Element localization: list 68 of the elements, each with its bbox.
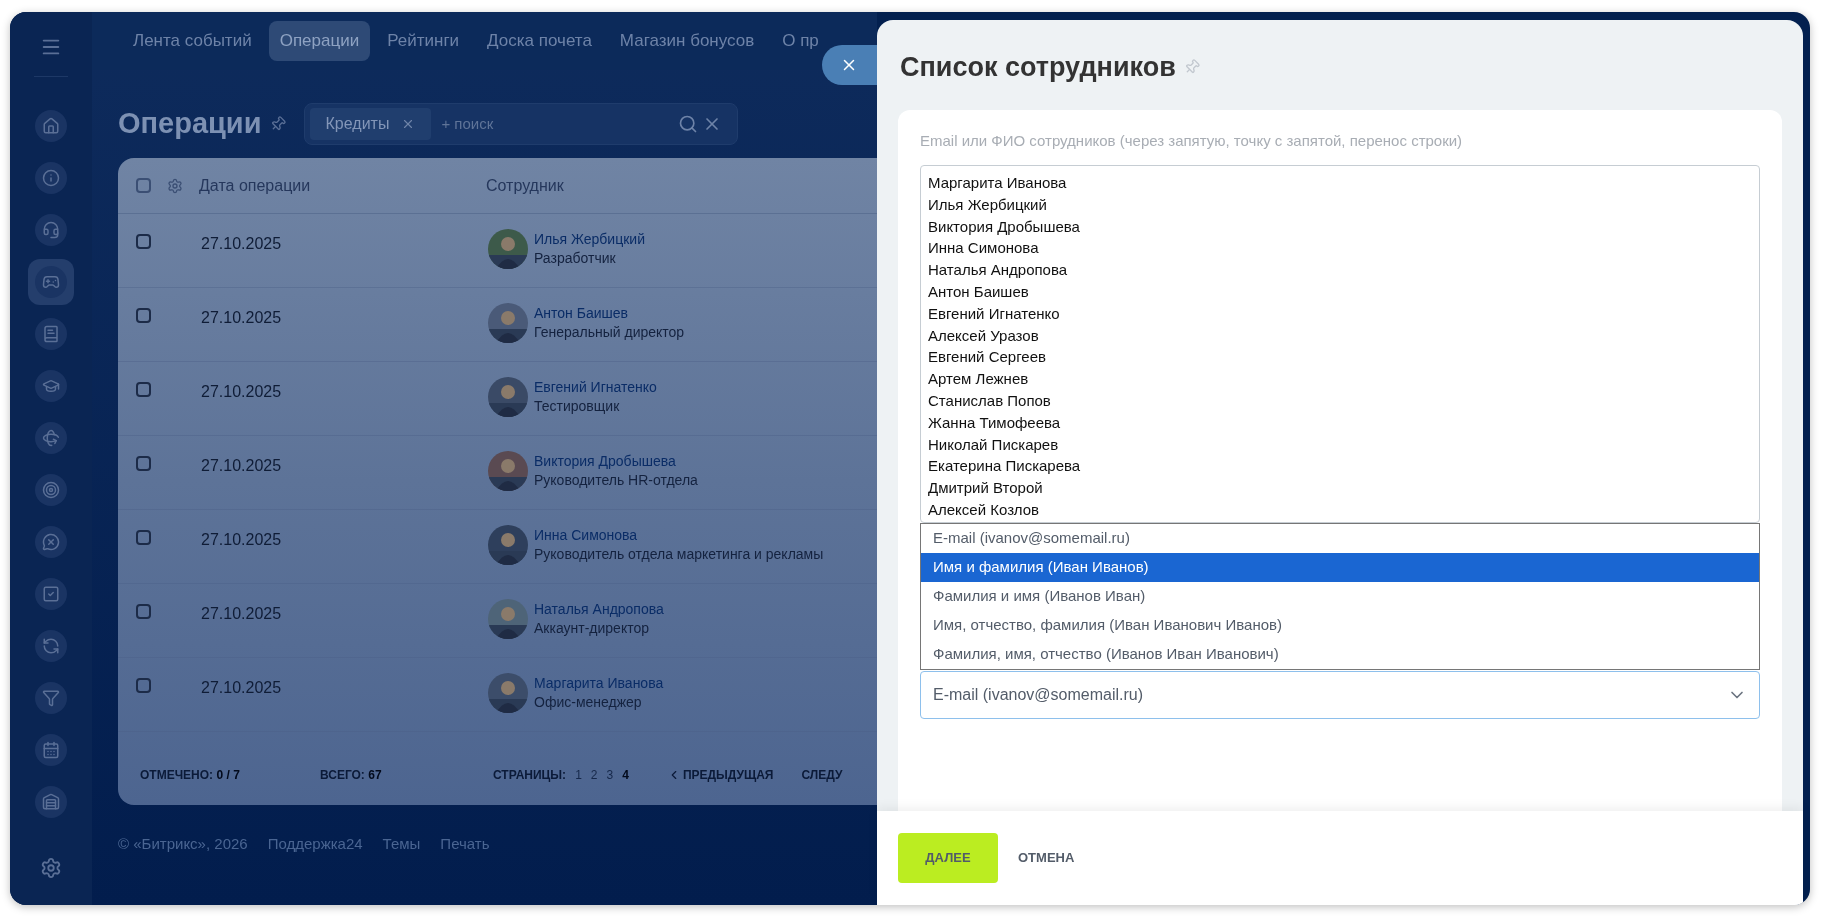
- footer-link[interactable]: Темы: [382, 833, 421, 856]
- nav-tab[interactable]: О пр: [771, 21, 830, 61]
- selected-count: ОТМЕЧЕНО: 0 / 7: [140, 767, 241, 784]
- page-link[interactable]: 1: [575, 766, 582, 784]
- row-checkbox[interactable]: [136, 678, 151, 693]
- nav-tab[interactable]: Доска почета: [476, 21, 603, 61]
- date-cell-text: 27.10.2025: [201, 530, 283, 550]
- row-checkbox[interactable]: [136, 234, 151, 249]
- date-cell-text: 27.10.2025: [201, 678, 283, 698]
- employee-link[interactable]: Маргарита Иванова: [534, 674, 664, 693]
- date-cell-text: 27.10.2025: [201, 234, 283, 254]
- nav-tab[interactable]: Рейтинги: [376, 21, 471, 61]
- settings-icon[interactable]: [167, 177, 183, 194]
- employee-position: Офис-менеджер: [534, 693, 643, 712]
- page-link[interactable]: 4: [622, 766, 629, 784]
- format-option[interactable]: E-mail (ivanov@somemail.ru): [921, 524, 1759, 553]
- footer-link[interactable]: Печать: [440, 833, 490, 856]
- row-checkbox[interactable]: [136, 456, 151, 471]
- page-title: Операции: [118, 106, 262, 142]
- employee-position: Аккаунт-директор: [534, 619, 650, 638]
- page-link[interactable]: 2: [590, 766, 598, 784]
- date-cell-text: 27.10.2025: [201, 456, 283, 476]
- column-header[interactable]: Дата операции: [199, 173, 479, 198]
- employee-position: Генеральный директор: [534, 323, 685, 342]
- format-option[interactable]: Фамилия, имя, отчество (Иванов Иван Иванович): [921, 640, 1759, 669]
- cancel-button[interactable]: ОТМЕНА: [1018, 848, 1075, 868]
- field-label: Email или ФИО сотрудников (через запятую, точку с запятой, перенос строки): [920, 130, 1464, 151]
- format-option[interactable]: Фамилия и имя (Иванов Иван): [921, 582, 1759, 611]
- employee-list-field[interactable]: Маргарита Иванова Илья Жербицкий Виктория Дробышева Инна Симонова Наталья Андропова Антон Баишев Евгений Игнатенко Алексей Уразов Евгений Сергеев Артем Лежнев Станислав Попов Жанна Тимофеева Николай Пискарев Екатерина Пискарева Дмитрий Второй Алексей Козлов: [920, 165, 1760, 523]
- gamepad-icon[interactable]: [28, 259, 74, 305]
- employee-link[interactable]: Виктория Дробышева: [534, 452, 698, 471]
- date-cell-text: 27.10.2025: [201, 382, 283, 402]
- format-option[interactable]: Имя и фамилия (Иван Иванов): [921, 553, 1759, 582]
- panel-title: Список сотрудников: [900, 51, 1176, 84]
- employee-link[interactable]: Антон Баишев: [534, 304, 685, 323]
- nav-tab[interactable]: Магазин бонусов: [608, 21, 766, 61]
- next-button[interactable]: ДАЛЕЕ: [898, 833, 998, 883]
- format-option[interactable]: Имя, отчество, фамилия (Иван Иванович Иванов): [921, 611, 1759, 640]
- employee-position: Разработчик: [534, 249, 617, 268]
- employee-position: Руководитель отдела маркетинга и рекламы: [534, 545, 824, 564]
- filter-search-field[interactable]: Кредиты + поиск: [303, 103, 738, 145]
- employee-link[interactable]: Наталья Андропова: [534, 600, 664, 619]
- employee-link[interactable]: Илья Жербицкий: [534, 230, 645, 249]
- employee-position: Руководитель HR-отдела: [534, 471, 698, 490]
- employee-position: Тестировщик: [534, 397, 621, 416]
- row-checkbox[interactable]: [136, 604, 151, 619]
- pages-label: СТРАНИЦЫ:: [493, 767, 567, 784]
- next-link[interactable]: СЛЕДУ: [801, 766, 843, 784]
- search-placeholder: + поиск: [441, 113, 494, 134]
- previous-link[interactable]: ПРЕДЫДУЩАЯ: [666, 766, 774, 784]
- page-link[interactable]: 3: [606, 766, 614, 784]
- date-cell-text: 27.10.2025: [201, 308, 283, 328]
- footer-link[interactable]: © «Битрикс», 2026: [118, 833, 248, 856]
- column-header[interactable]: Сотрудник: [486, 173, 564, 198]
- footer-link[interactable]: Поддержка24: [267, 833, 363, 856]
- checkbox[interactable]: [136, 178, 151, 193]
- search-icon[interactable]: [677, 114, 698, 134]
- row-checkbox[interactable]: [136, 382, 151, 397]
- row-checkbox[interactable]: [136, 308, 151, 323]
- employee-link[interactable]: Евгений Игнатенко: [534, 378, 657, 397]
- nav-tab[interactable]: Операции: [268, 21, 371, 61]
- employee-link[interactable]: Инна Симонова: [534, 526, 824, 545]
- format-select[interactable]: E-mail (ivanov@somemail.ru): [920, 671, 1760, 719]
- nav-tab[interactable]: Лента событий: [122, 21, 263, 61]
- total-count: ВСЕГО: 67: [320, 767, 383, 784]
- row-checkbox[interactable]: [136, 530, 151, 545]
- date-cell-text: 27.10.2025: [201, 604, 283, 624]
- close-button[interactable]: [822, 45, 877, 85]
